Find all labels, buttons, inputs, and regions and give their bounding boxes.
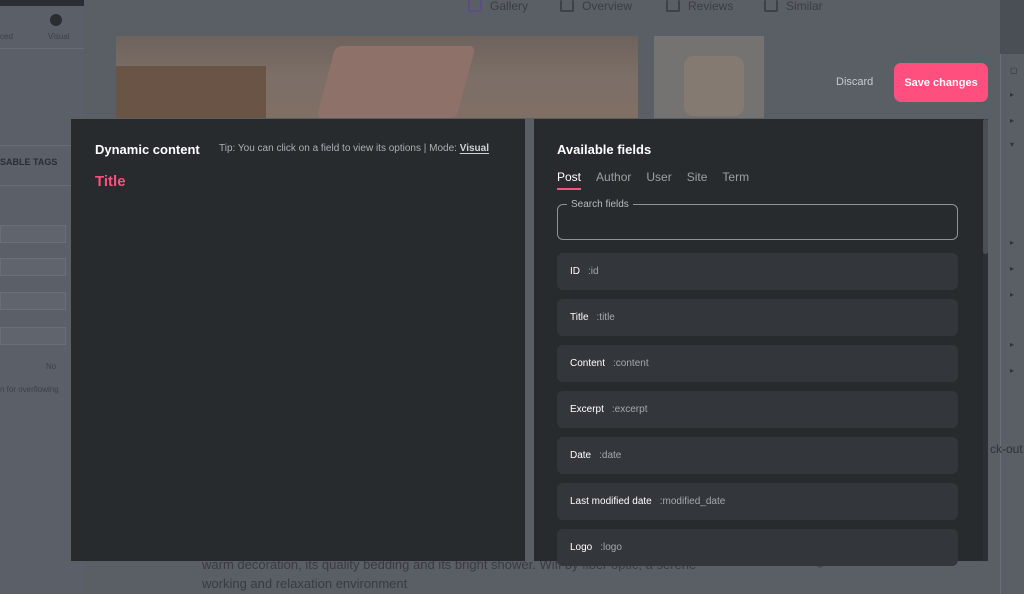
image-wood-detail: [116, 66, 266, 118]
field-list: ID :id Title :title Content :content Exc…: [557, 253, 958, 575]
sidebar-control: [0, 225, 66, 243]
chevron-right-icon: ▸: [1010, 264, 1015, 273]
field-name: Date: [570, 450, 592, 461]
gallery-icon: [468, 0, 482, 12]
tab-post[interactable]: Post: [557, 170, 582, 190]
field-key: :excerpt: [611, 404, 648, 415]
mode-visual-link[interactable]: Visual: [460, 143, 489, 154]
description-line: working and relaxation environment: [202, 576, 408, 591]
chevron-right-icon: ▸: [1010, 90, 1015, 99]
sidebar-divider: [0, 48, 84, 49]
field-key: :modified_date: [659, 496, 726, 507]
tab-author[interactable]: Author: [596, 170, 631, 190]
location-icon: [666, 0, 680, 12]
sidebar-topbar: [0, 0, 84, 6]
list-icon: [560, 0, 574, 12]
field-name: Logo: [570, 542, 593, 553]
nav-similar-label: Similar: [786, 0, 823, 13]
sidebar-select: [0, 292, 66, 310]
checkout-snippet: ck-out: [990, 442, 1023, 456]
available-fields-title: Available fields: [557, 142, 652, 157]
sidebar-select: [0, 258, 66, 276]
field-name: Last modified date: [570, 496, 652, 507]
sidebar-toggle: No: [46, 362, 57, 371]
field-key: :title: [596, 312, 615, 323]
field-name: Excerpt: [570, 404, 604, 415]
sidebar-align-group: [0, 327, 66, 345]
sidebar-overflow-text: n for overflowing: [0, 385, 59, 394]
field-key: :id: [588, 266, 599, 277]
chevron-right-icon: ▸: [1010, 238, 1015, 247]
chevron-right-icon: ▸: [1010, 340, 1015, 349]
available-fields-panel: Available fields Post Author User Site T…: [534, 119, 988, 566]
field-item-modified-date[interactable]: Last modified date :modified_date: [557, 483, 958, 520]
field-source-tabs: Post Author User Site Term: [557, 170, 749, 190]
search-fields-input[interactable]: [568, 215, 948, 229]
background-right-column: [1000, 54, 1024, 594]
field-item-content[interactable]: Content :content: [557, 345, 958, 382]
field-item-title[interactable]: Title :title: [557, 299, 958, 336]
nav-reviews: Reviews: [666, 0, 734, 13]
field-item-id[interactable]: ID :id: [557, 253, 958, 290]
field-item-date[interactable]: Date :date: [557, 437, 958, 474]
chevron-right-icon: ▸: [1010, 290, 1015, 299]
nav-overview-label: Overview: [582, 0, 633, 13]
tab-user[interactable]: User: [646, 170, 671, 190]
chevron-right-icon: ▸: [1010, 116, 1015, 125]
field-key: :date: [599, 450, 622, 461]
search-fields-label: Search fields: [567, 199, 633, 210]
sidebar-tab-visual: Visual: [48, 32, 70, 41]
dynamic-content-title: Dynamic content: [95, 142, 200, 157]
field-key: :logo: [600, 542, 622, 553]
image-towel-detail: [316, 46, 476, 118]
background-nav: Gallery Overview Reviews Similar: [84, 0, 1000, 36]
chevron-icon: ▢: [1010, 66, 1018, 75]
field-name: Content: [570, 358, 606, 369]
tab-site[interactable]: Site: [687, 170, 708, 190]
mode-tip: Tip: You can click on a field to view it…: [219, 143, 489, 154]
field-name: ID: [570, 266, 580, 277]
fields-scrollbar-thumb[interactable]: [983, 119, 988, 254]
mode-tip-text: Tip: You can click on a field to view it…: [219, 143, 457, 154]
gallery-image-side: [654, 36, 764, 118]
discard-button[interactable]: Discard: [836, 76, 873, 88]
nav-reviews-label: Reviews: [688, 0, 734, 13]
sidebar-tab-left: ced: [0, 32, 13, 41]
chevron-down-icon: ▾: [1010, 140, 1015, 149]
grid-icon: [764, 0, 778, 12]
image-cup-detail: [684, 56, 744, 116]
background-right-divider: [1000, 54, 1001, 594]
sidebar-tags-label: SABLE TAGS: [0, 157, 58, 167]
field-item-excerpt[interactable]: Excerpt :excerpt: [557, 391, 958, 428]
nav-gallery: Gallery: [468, 0, 529, 13]
tab-term[interactable]: Term: [722, 170, 749, 190]
field-item-logo[interactable]: Logo :logo: [557, 529, 958, 566]
chevron-right-icon: ▸: [1010, 366, 1015, 375]
dynamic-content-panel: Dynamic content Tip: You can click on a …: [71, 119, 525, 561]
dynamic-field-chip-title[interactable]: Title: [95, 173, 126, 190]
nav-gallery-label: Gallery: [490, 0, 529, 13]
nav-overview: Overview: [560, 0, 633, 13]
nav-similar: Similar: [764, 0, 823, 13]
field-name: Title: [570, 312, 589, 323]
field-key: :content: [613, 358, 649, 369]
gallery-image-main: [116, 36, 638, 118]
save-changes-button[interactable]: Save changes: [894, 63, 988, 102]
search-fields-box: Search fields: [557, 199, 958, 240]
visual-mode-icon: [50, 14, 62, 26]
